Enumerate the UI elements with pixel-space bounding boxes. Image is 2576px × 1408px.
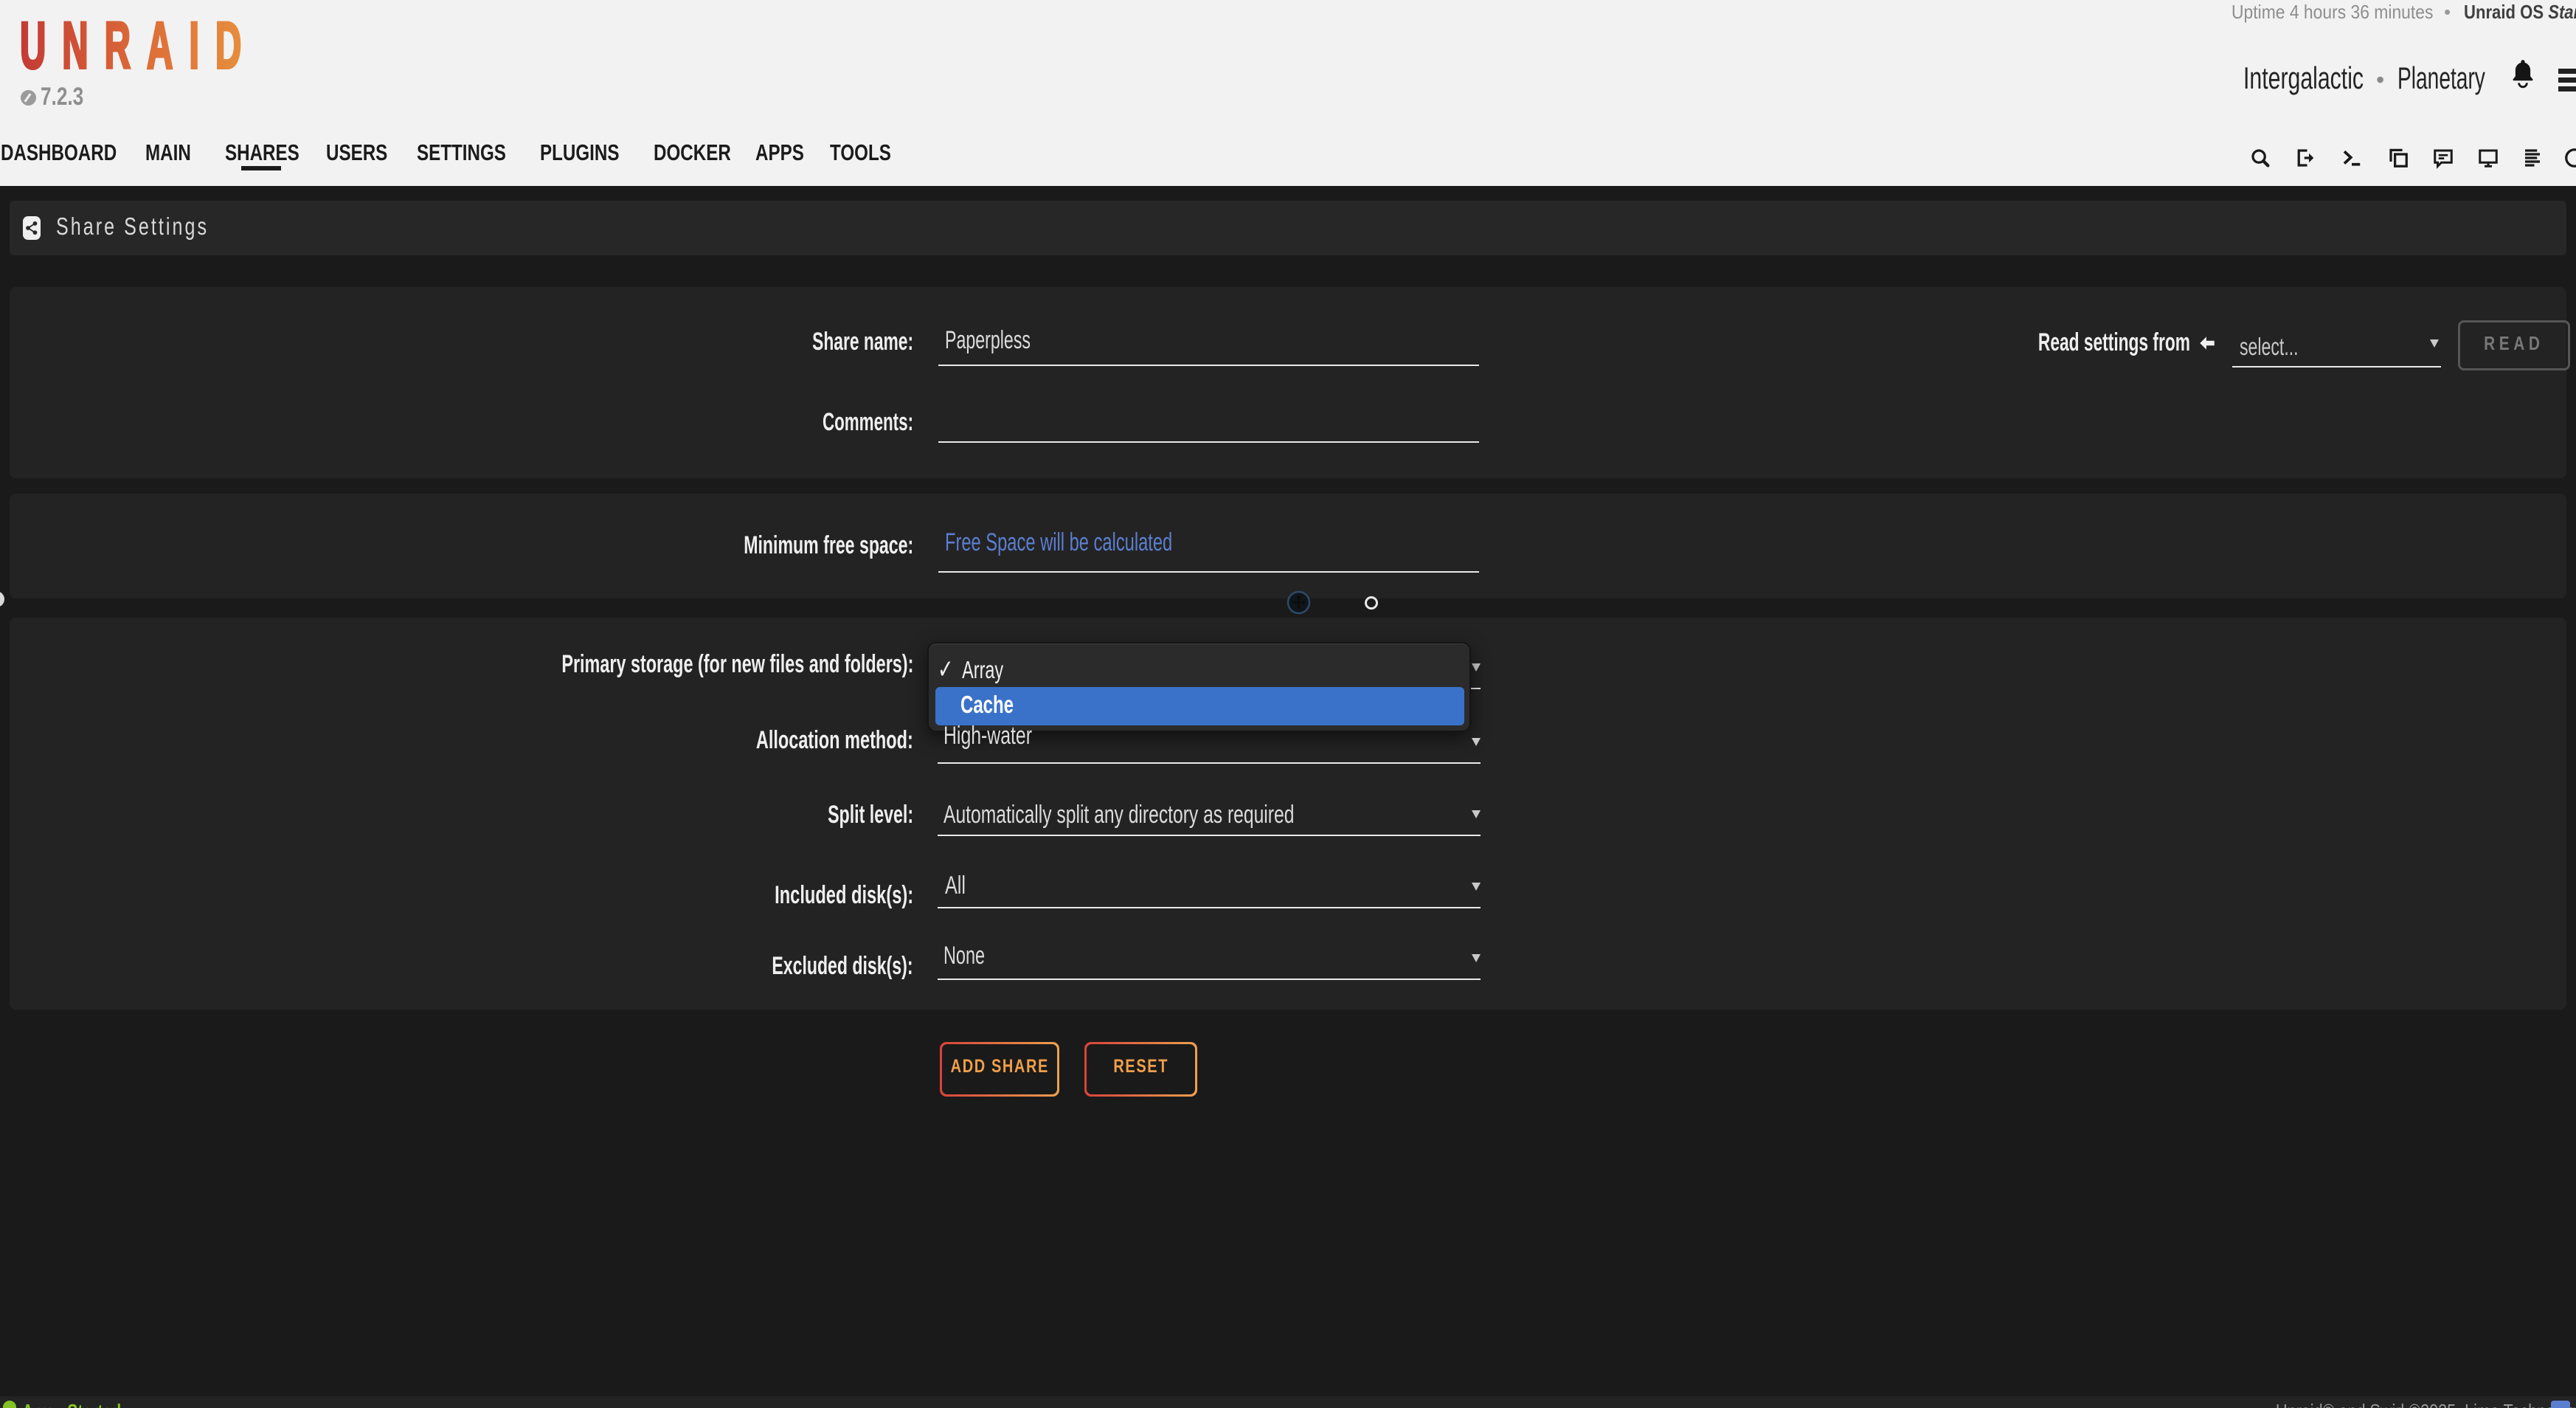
- svg-text:UNRAID: UNRAID: [20, 13, 257, 75]
